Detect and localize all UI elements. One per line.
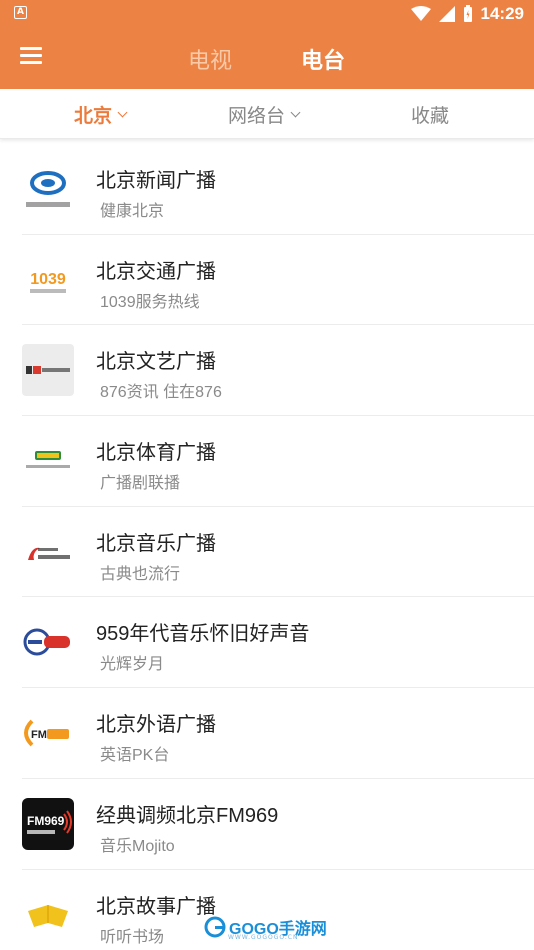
notification-icon: A <box>14 6 27 19</box>
status-bar: A 14:29 <box>0 0 534 28</box>
station-logo <box>22 616 74 668</box>
svg-text:FM969: FM969 <box>27 814 65 828</box>
sub-tab-label: 北京 <box>74 105 113 127</box>
sub-tab-label: 收藏 <box>411 105 450 127</box>
station-name: 959年代音乐怀旧好声音 <box>96 623 310 646</box>
station-logo <box>22 435 74 487</box>
clock: 14:29 <box>480 4 524 23</box>
app-bar: 电视 电台 <box>0 28 534 89</box>
list-item[interactable]: 1039 北京交通广播 1039服务热线 <box>0 235 534 326</box>
station-name: 北京新闻广播 <box>96 170 216 192</box>
chevron-down-icon <box>117 107 128 117</box>
sub-tab-label: 网络台 <box>228 105 286 127</box>
sub-tab-beijing[interactable]: 北京 <box>74 101 128 128</box>
list-item[interactable]: FM969 经典调频北京FM969 音乐Mojito <box>0 779 534 870</box>
list-item[interactable]: 北京音乐广播 古典也流行 <box>0 507 534 598</box>
status-icons: 14:29 <box>410 3 524 25</box>
station-name: 经典调频北京FM969 <box>96 804 279 827</box>
station-logo <box>22 526 74 578</box>
gogo-logo-icon <box>204 916 226 938</box>
station-name: 北京外语广播 <box>96 714 216 737</box>
svg-text:1039: 1039 <box>30 271 66 288</box>
svg-text:FM: FM <box>31 729 47 741</box>
station-subtitle: 1039服务热线 <box>100 293 200 311</box>
list-item[interactable]: 959年代音乐怀旧好声音 光辉岁月 <box>0 597 534 689</box>
station-subtitle: 广播剧联播 <box>100 475 181 493</box>
station-name: 北京交通广播 <box>96 260 216 283</box>
station-list: 北京新闻广播 健康北京 1039 北京交通广播 1039服务热线 北京文艺广播 … <box>0 144 534 950</box>
station-subtitle: 音乐Mojito <box>100 837 175 855</box>
sub-tab-network[interactable]: 网络台 <box>228 101 301 128</box>
wifi-icon <box>410 6 431 21</box>
battery-icon <box>463 5 472 22</box>
station-logo: FM969 <box>22 797 74 850</box>
station-subtitle: 光辉岁月 <box>100 656 165 674</box>
list-item[interactable]: 北京文艺广播 876资讯 住在876 <box>0 325 534 417</box>
list-item[interactable]: 北京新闻广播 健康北京 <box>0 144 534 235</box>
station-name: 北京体育广播 <box>96 442 216 465</box>
station-name: 北京音乐广播 <box>96 532 216 555</box>
station-subtitle: 876资讯 住在876 <box>100 384 222 402</box>
signal-icon <box>438 6 455 22</box>
tab-radio[interactable]: 电台 <box>301 43 345 75</box>
tab-tv[interactable]: 电视 <box>188 43 232 75</box>
station-name: 北京文艺广播 <box>96 351 216 374</box>
watermark: GOGO手游网 WWW.GOGOGO.CN <box>204 915 327 941</box>
list-item[interactable]: FM 北京外语广播 英语PK台 <box>0 688 534 779</box>
sub-tab-favorites[interactable]: 收藏 <box>411 101 449 128</box>
station-subtitle: 英语PK台 <box>100 747 170 765</box>
station-subtitle: 健康北京 <box>100 203 165 220</box>
sub-tab-bar: 北京 网络台 收藏 <box>0 89 534 139</box>
watermark-url: WWW.GOGOGO.CN <box>228 934 299 941</box>
list-item[interactable]: 北京体育广播 广播剧联播 <box>0 416 534 507</box>
station-subtitle: 古典也流行 <box>100 565 181 583</box>
menu-icon[interactable] <box>20 47 42 69</box>
station-logo <box>22 889 74 941</box>
station-logo <box>22 344 74 397</box>
chevron-down-icon <box>290 107 301 117</box>
station-logo: FM <box>22 707 74 759</box>
station-logo: 1039 <box>22 254 74 306</box>
station-logo <box>22 163 74 215</box>
station-subtitle: 听听书场 <box>100 928 165 946</box>
station-name: 北京故事广播 <box>96 895 216 918</box>
